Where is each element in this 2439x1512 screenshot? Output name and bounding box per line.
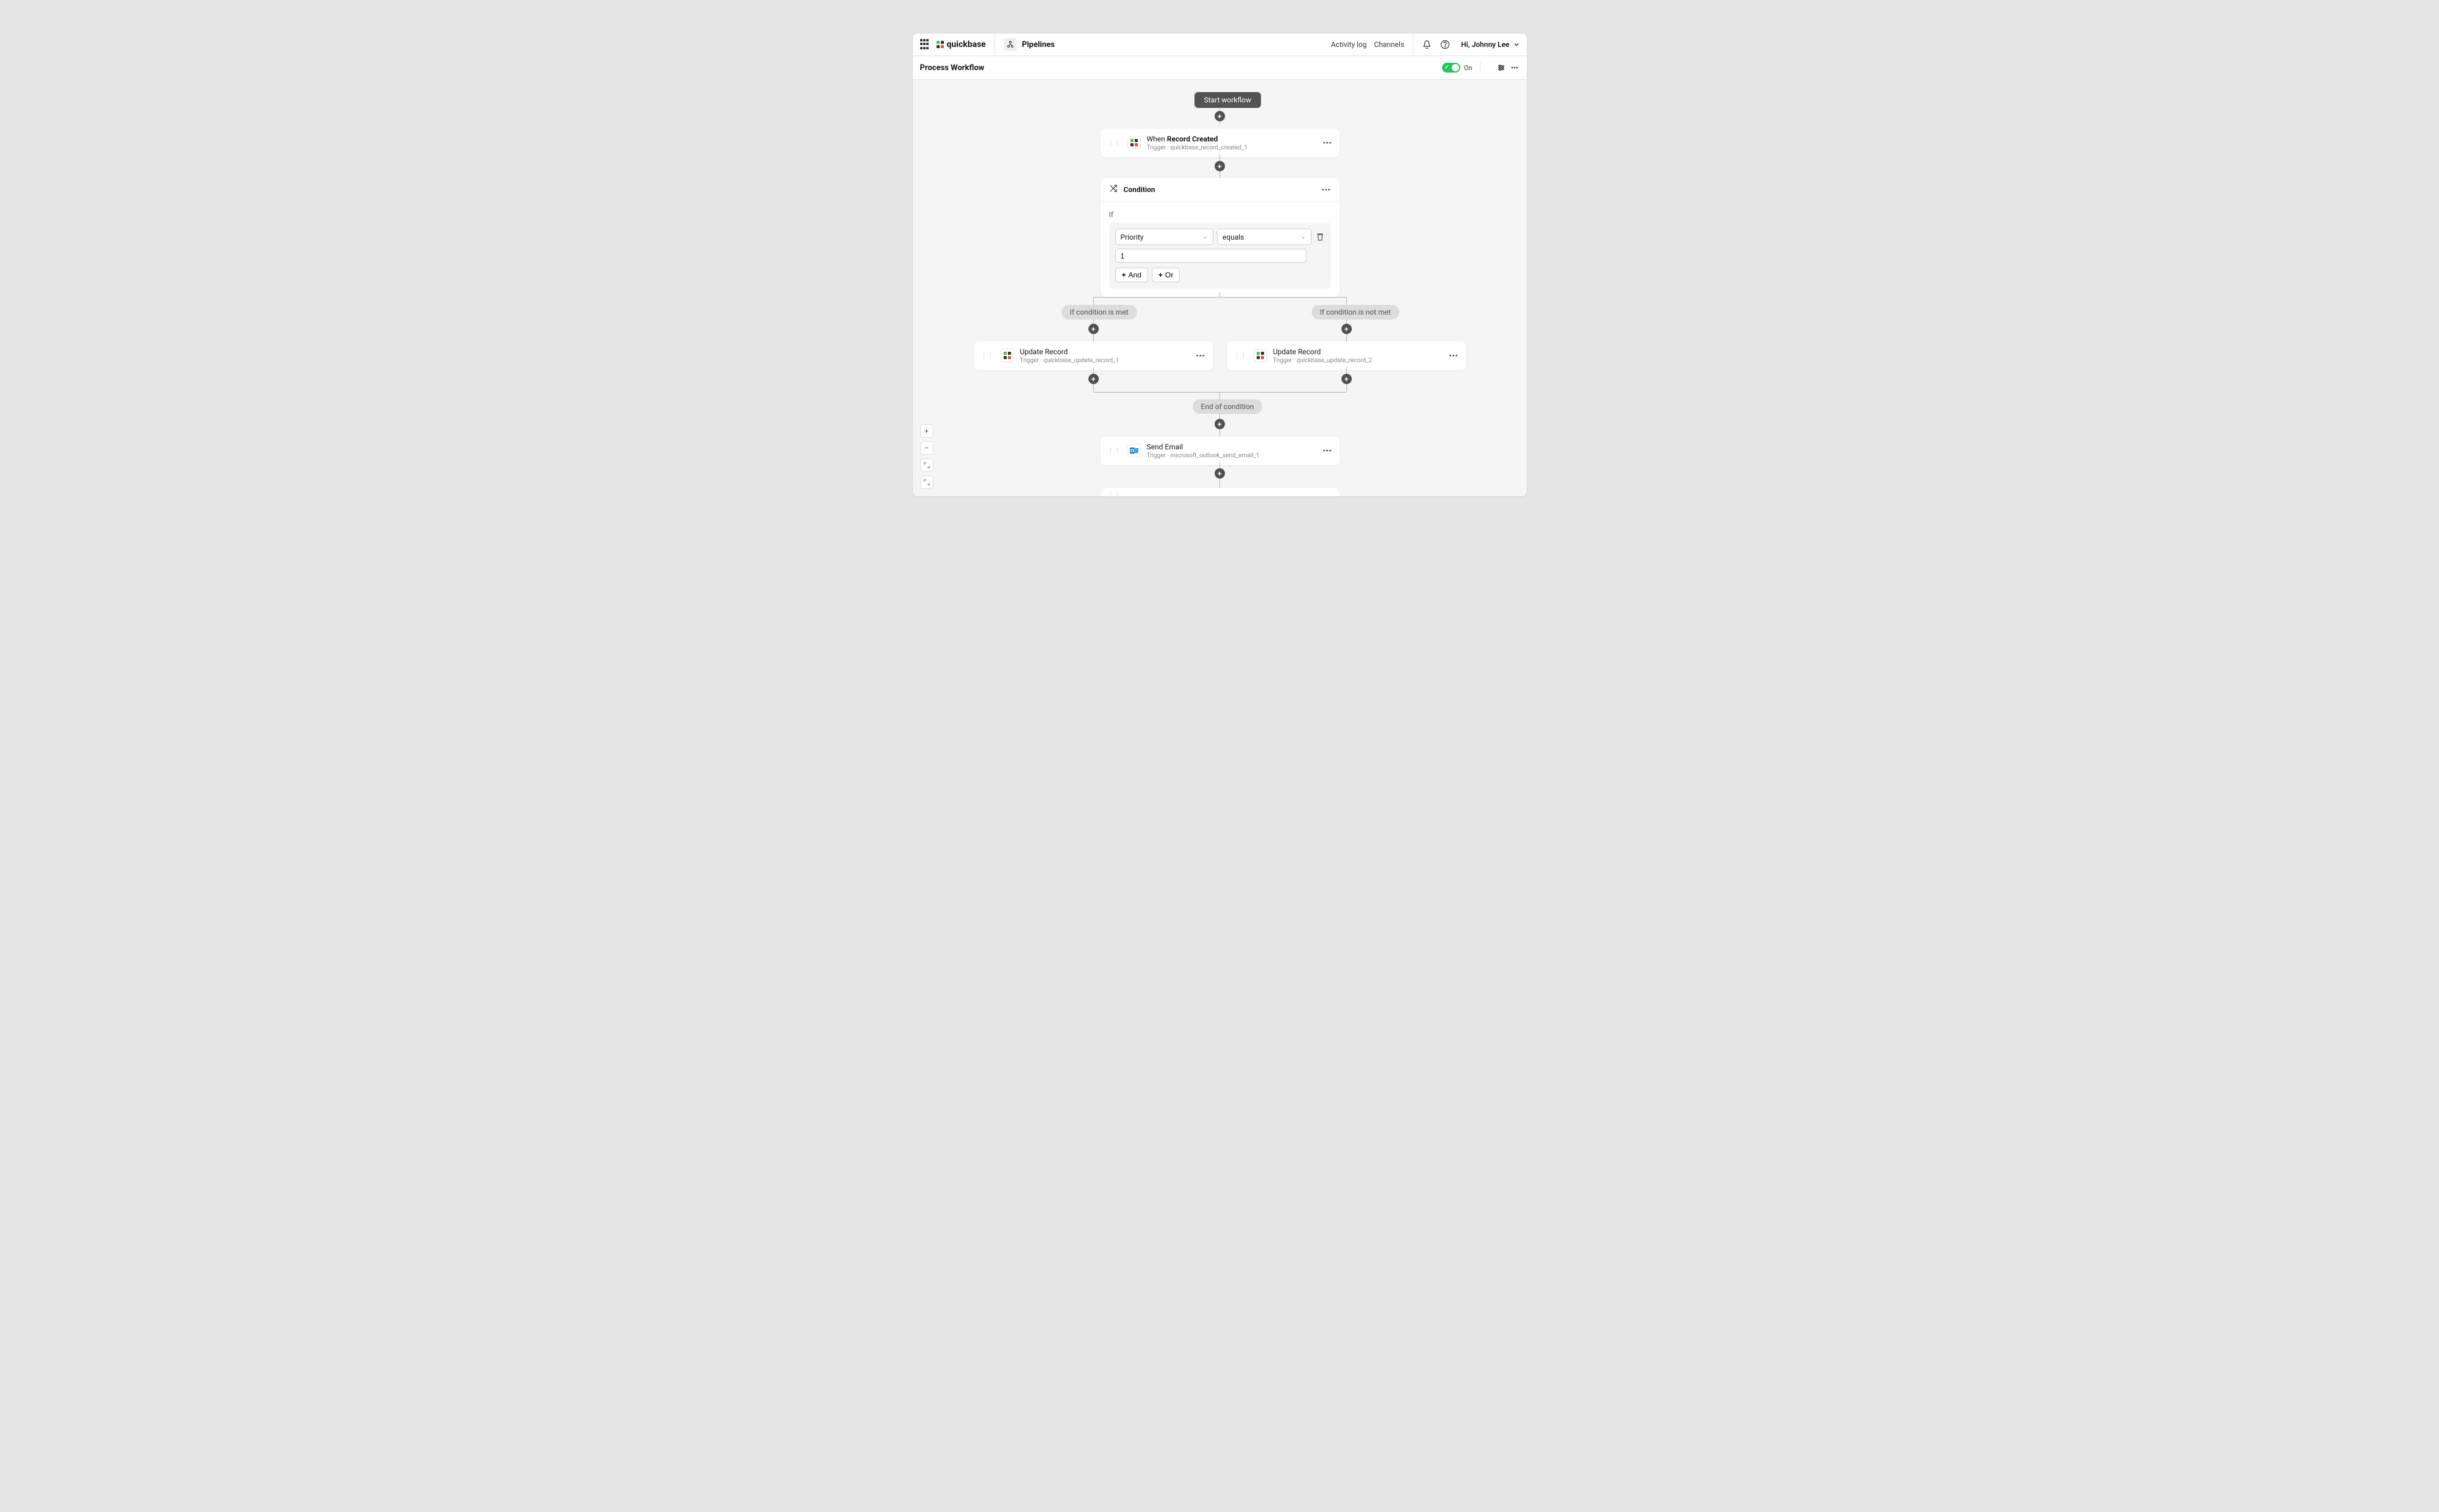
workflow-title: Process Workflow: [920, 63, 985, 73]
workflow-canvas[interactable]: Start workflow + ⋮⋮ When Record Created …: [913, 80, 1527, 496]
zoom-in-button[interactable]: +: [920, 424, 934, 438]
add-step-button[interactable]: +: [1215, 468, 1225, 479]
chevron-down-icon: ⌄: [1203, 234, 1208, 240]
card-more-icon[interactable]: •••: [1449, 352, 1459, 360]
card-more-icon[interactable]: •••: [1323, 139, 1332, 147]
and-button[interactable]: +And: [1115, 268, 1148, 282]
add-step-button[interactable]: +: [1341, 374, 1352, 384]
quickbase-icon: [1001, 349, 1014, 362]
partial-card[interactable]: ⋮⋮: [1101, 488, 1340, 496]
logo-text: quickbase: [947, 40, 986, 49]
outlook-icon: [1127, 444, 1141, 457]
trash-icon[interactable]: [1315, 232, 1325, 242]
start-workflow-pill: Start workflow: [1195, 92, 1262, 108]
settings-icon[interactable]: [1496, 63, 1506, 73]
condition-box: Priority⌄ equals⌄ +And +Or: [1109, 223, 1331, 288]
update-record-card-right[interactable]: ⋮⋮ Update Record Trigger · quickbase_upd…: [1227, 341, 1466, 370]
fullscreen-button[interactable]: [920, 476, 934, 489]
value-input[interactable]: [1115, 249, 1307, 263]
pipelines-icon: [1004, 38, 1017, 51]
zoom-out-button[interactable]: −: [920, 441, 934, 455]
bell-icon[interactable]: [1422, 40, 1432, 49]
trigger-event: Record Created: [1167, 135, 1218, 143]
card-title: Update Record: [1020, 348, 1120, 357]
drag-handle-icon[interactable]: ⋮⋮: [1108, 491, 1121, 496]
card-more-icon[interactable]: •••: [1322, 186, 1331, 194]
trigger-when: When: [1147, 135, 1167, 143]
quickbase-icon: [1254, 349, 1267, 362]
end-condition-label: End of condition: [1193, 399, 1263, 414]
quickbase-icon: [1127, 136, 1141, 149]
activity-log-link[interactable]: Activity log: [1331, 40, 1367, 49]
user-menu[interactable]: Hi, Johnny Lee: [1461, 40, 1519, 49]
card-sub: Trigger · quickbase_update_record_2: [1273, 357, 1373, 364]
card-more-icon[interactable]: •••: [1196, 352, 1205, 360]
card-sub: Trigger · microsoft_outlook_send_email_1: [1147, 452, 1260, 459]
add-step-button[interactable]: +: [1215, 111, 1225, 121]
condition-icon: [1109, 184, 1118, 195]
branch-met-label: If condition is met: [1062, 305, 1137, 319]
field-select[interactable]: Priority⌄: [1115, 229, 1213, 245]
condition-title: Condition: [1124, 185, 1155, 194]
drag-handle-icon[interactable]: ⋮⋮: [981, 352, 995, 359]
quickbase-logo-icon: [936, 40, 945, 49]
drag-handle-icon[interactable]: ⋮⋮: [1108, 140, 1121, 146]
update-record-card-left[interactable]: ⋮⋮ Update Record Trigger · quickbase_upd…: [974, 341, 1213, 370]
channels-link[interactable]: Channels: [1374, 40, 1404, 49]
condition-card[interactable]: Condition ••• If Priority⌄ equals⌄ +And …: [1101, 178, 1340, 297]
sub-header: Process Workflow ✓ On: [913, 56, 1527, 80]
section-pipelines[interactable]: Pipelines: [1004, 38, 1055, 51]
branch-not-met-label: If condition is not met: [1312, 305, 1399, 319]
toggle-label: On: [1464, 64, 1473, 72]
send-email-card[interactable]: ⋮⋮ Send Email Trigger · microsoft_outloo…: [1101, 437, 1340, 465]
zoom-controls: + −: [920, 424, 934, 489]
drag-handle-icon[interactable]: ⋮⋮: [1108, 448, 1121, 454]
apps-grid-icon[interactable]: [920, 39, 931, 50]
card-title: Update Record: [1273, 348, 1373, 357]
trigger-sub: Trigger · quickbase_record_created_1: [1147, 144, 1248, 151]
add-step-button[interactable]: +: [1215, 161, 1225, 171]
trigger-card[interactable]: ⋮⋮ When Record Created Trigger · quickba…: [1101, 129, 1340, 157]
main-header: quickbase Pipelines Activity log Channel…: [913, 34, 1527, 56]
logo[interactable]: quickbase: [936, 40, 986, 49]
card-title: Send Email: [1147, 443, 1260, 452]
card-more-icon[interactable]: •••: [1323, 447, 1332, 455]
add-step-button[interactable]: +: [1088, 324, 1099, 334]
drag-handle-icon[interactable]: ⋮⋮: [1234, 352, 1248, 359]
user-greeting: Hi, Johnny Lee: [1461, 40, 1509, 49]
check-icon: ✓: [1444, 65, 1449, 71]
chevron-down-icon: [1513, 41, 1519, 48]
section-title: Pipelines: [1022, 40, 1055, 49]
add-step-button[interactable]: +: [1088, 374, 1099, 384]
fit-button[interactable]: [920, 458, 934, 472]
operator-select[interactable]: equals⌄: [1217, 229, 1312, 245]
add-step-button[interactable]: +: [1341, 324, 1352, 334]
help-icon[interactable]: [1440, 40, 1450, 49]
or-button[interactable]: +Or: [1152, 268, 1180, 282]
if-label: If: [1109, 210, 1331, 219]
add-step-button[interactable]: +: [1215, 419, 1225, 429]
card-sub: Trigger · quickbase_update_record_1: [1020, 357, 1120, 364]
workflow-toggle[interactable]: ✓: [1442, 63, 1460, 73]
chevron-down-icon: ⌄: [1301, 234, 1305, 240]
more-icon[interactable]: [1510, 63, 1519, 73]
